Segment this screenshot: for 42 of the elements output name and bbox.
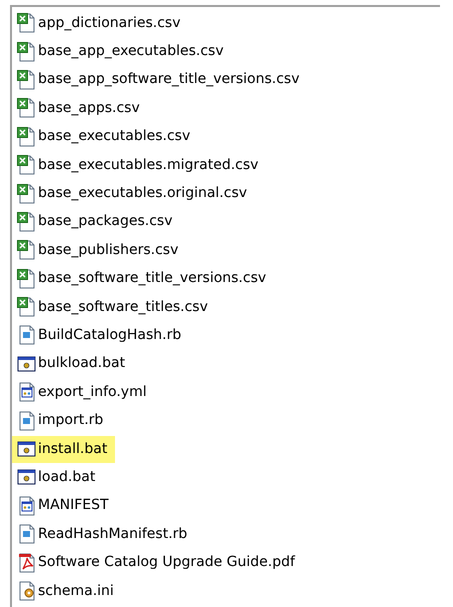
spreadsheet-icon (17, 98, 36, 118)
spreadsheet-icon (17, 297, 36, 318)
file-item[interactable]: base_publishers.csv (12, 236, 186, 264)
script-file-icon (17, 524, 36, 544)
pdf-icon (17, 552, 36, 573)
file-item[interactable]: import.rb (12, 407, 112, 434)
file-item[interactable]: base_executables.migrated.csv (12, 152, 266, 179)
spreadsheet-icon (17, 42, 36, 62)
file-item[interactable]: BuildCatalogHash.rb (12, 322, 190, 349)
spreadsheet-icon (17, 70, 36, 90)
batch-file-icon (17, 439, 36, 460)
spreadsheet-icon (17, 212, 36, 232)
file-item[interactable]: base_app_software_title_versions.csv (12, 66, 308, 94)
spreadsheet-icon (17, 126, 36, 147)
file-item[interactable]: Software Catalog Upgrade Guide.pdf (12, 549, 303, 576)
file-item[interactable]: export_info.yml (12, 378, 155, 406)
spreadsheet-icon (17, 268, 36, 289)
file-item[interactable]: bulkload.bat (12, 350, 134, 378)
config-file-icon (17, 496, 36, 516)
file-item[interactable]: base_software_title_versions.csv (12, 265, 274, 292)
file-item[interactable]: base_packages.csv (12, 208, 180, 236)
config-file-icon (17, 382, 36, 402)
file-item[interactable]: app_dictionaries.csv (12, 10, 189, 37)
file-item[interactable]: base_executables.original.csv (12, 180, 256, 208)
script-file-icon (17, 410, 36, 431)
spreadsheet-icon (17, 13, 36, 34)
file-item[interactable]: base_apps.csv (12, 94, 148, 122)
script-file-icon (17, 325, 36, 346)
file-item[interactable]: load.bat (12, 464, 104, 491)
file-item[interactable]: base_executables.csv (12, 123, 198, 150)
spreadsheet-icon (17, 155, 36, 176)
spreadsheet-icon (17, 184, 36, 204)
batch-file-icon (17, 354, 36, 374)
file-item[interactable]: base_software_titles.csv (12, 294, 216, 321)
file-item[interactable]: install.bat (12, 436, 116, 463)
spreadsheet-icon (17, 240, 36, 260)
batch-file-icon (17, 467, 36, 488)
file-item[interactable]: base_app_executables.csv (12, 38, 232, 66)
file-item[interactable]: MANIFEST (12, 492, 117, 520)
file-item[interactable]: ReadHashManifest.rb (12, 520, 196, 548)
file-item[interactable]: schema.ini (12, 578, 122, 604)
settings-file-icon (17, 581, 36, 601)
